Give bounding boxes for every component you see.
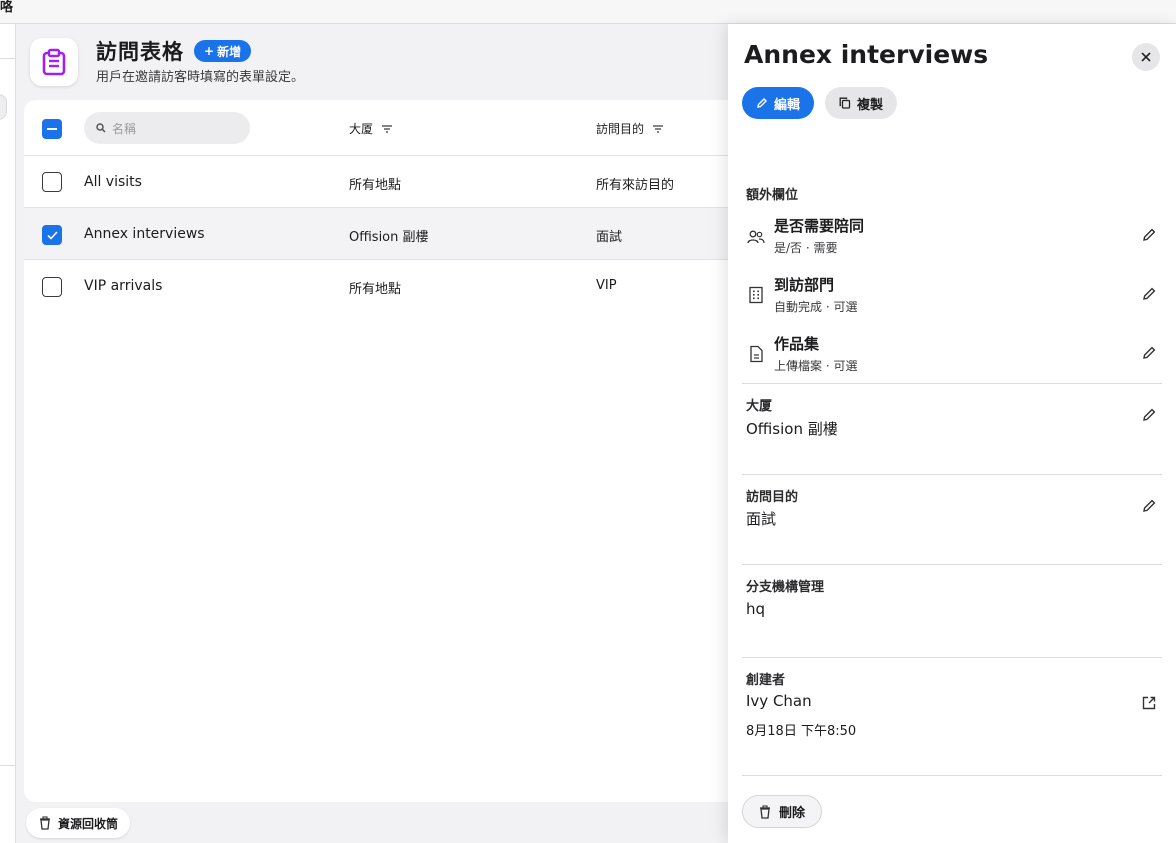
- top-bar: 咯: [0, 0, 1176, 24]
- external-link-icon[interactable]: [1141, 695, 1157, 711]
- row-divider: [24, 259, 744, 260]
- delete-button[interactable]: 刪除: [742, 795, 823, 828]
- trash-icon: [760, 804, 770, 819]
- section-divider: [742, 775, 1162, 776]
- delete-button-label: 刪除: [779, 806, 806, 821]
- edit-button[interactable]: 編輯: [742, 87, 815, 119]
- sidebar-divider: [0, 58, 16, 59]
- building-icon: [749, 286, 763, 304]
- copy-button-label: 複製: [857, 97, 884, 113]
- section-divider: [742, 657, 1162, 658]
- search-input[interactable]: 名稱: [84, 112, 250, 144]
- row-checkbox[interactable]: [42, 172, 62, 192]
- created-timestamp: 8月18日 下午8:50: [746, 724, 857, 739]
- sidebar-divider: [0, 765, 16, 766]
- checkmark-icon: [46, 230, 58, 240]
- section-divider: [742, 474, 1162, 475]
- add-button-label: 新增: [217, 44, 242, 59]
- creator-label: 創建者: [746, 673, 786, 688]
- minus-icon: [47, 128, 57, 130]
- page-title: 訪問表格: [96, 40, 184, 64]
- table-row-building: 所有地點: [349, 178, 402, 193]
- column-header-label: 大厦: [349, 122, 374, 136]
- extra-field-desc: 自動完成 · 可選: [774, 300, 858, 314]
- purpose-value: 面試: [746, 510, 777, 528]
- extra-field-desc: 上傳檔案 · 可選: [774, 359, 858, 373]
- close-button[interactable]: [1132, 43, 1160, 71]
- table-row-name[interactable]: All visits: [84, 174, 142, 190]
- row-checkbox[interactable]: [42, 277, 62, 297]
- trash-restore-icon: [40, 816, 50, 830]
- pencil-icon[interactable]: [1141, 286, 1157, 302]
- recycle-bin-button[interactable]: 資源回收筒: [26, 808, 131, 838]
- forms-table: [24, 100, 744, 802]
- section-divider: [742, 564, 1162, 565]
- select-all-checkbox[interactable]: [42, 119, 62, 139]
- extra-field-name: 到訪部門: [774, 276, 835, 294]
- extra-field-desc: 是/否 · 需要: [774, 241, 838, 255]
- table-row-purpose: 面試: [596, 230, 623, 245]
- extra-field-name: 作品集: [774, 335, 820, 353]
- pencil-icon[interactable]: [1141, 345, 1157, 361]
- row-checkbox[interactable]: [42, 225, 62, 245]
- truncated-title: 咯: [0, 0, 14, 15]
- building-value: Offision 副樓: [746, 420, 838, 438]
- page-subtitle: 用戶在邀請訪客時填寫的表單設定。: [96, 70, 305, 85]
- row-divider: [24, 207, 744, 208]
- copy-button[interactable]: 複製: [825, 87, 898, 119]
- table-row-building: 所有地點: [349, 282, 402, 297]
- search-placeholder: 名稱: [112, 121, 137, 136]
- filter-icon[interactable]: [652, 124, 664, 134]
- table-row-name[interactable]: VIP arrivals: [84, 278, 162, 294]
- recycle-bin-label: 資源回收筒: [58, 816, 119, 831]
- extra-field-name: 是否需要陪同: [774, 217, 865, 235]
- filter-icon[interactable]: [381, 124, 393, 134]
- table-row-building: Offision 副樓: [349, 230, 429, 245]
- plus-icon: +: [204, 44, 215, 58]
- edit-button-label: 編輯: [774, 97, 801, 113]
- section-divider: [742, 383, 1162, 384]
- search-icon: [96, 123, 106, 133]
- panel-title: Annex interviews: [744, 40, 989, 69]
- branch-value: hq: [746, 600, 766, 618]
- pencil-icon[interactable]: [1141, 498, 1157, 514]
- branch-label: 分支機構管理: [746, 580, 825, 595]
- document-icon: [750, 345, 763, 363]
- table-row-purpose: 所有來訪目的: [596, 178, 675, 193]
- table-row-purpose: VIP: [596, 278, 617, 293]
- purpose-label: 訪問目的: [746, 490, 799, 505]
- pencil-icon: [757, 98, 767, 108]
- left-sidebar-edge: [0, 24, 16, 843]
- building-label: 大厦: [746, 399, 773, 414]
- column-header-label: 訪問目的: [596, 122, 645, 136]
- pencil-icon[interactable]: [1141, 407, 1157, 423]
- creator-value[interactable]: Ivy Chan: [746, 692, 812, 710]
- add-form-button[interactable]: + 新增: [194, 40, 252, 62]
- clipboard-icon: [30, 38, 78, 86]
- table-row-name[interactable]: Annex interviews: [84, 226, 205, 242]
- pencil-icon[interactable]: [1141, 227, 1157, 243]
- column-header-purpose[interactable]: 訪問目的: [596, 120, 664, 137]
- column-header-building[interactable]: 大厦: [349, 120, 393, 137]
- row-divider: [24, 155, 744, 156]
- close-icon: [1141, 52, 1151, 62]
- extra-fields-label: 額外欄位: [746, 188, 799, 203]
- sidebar-search-edge[interactable]: [0, 94, 7, 120]
- people-icon: [747, 230, 765, 244]
- copy-icon: [839, 97, 851, 109]
